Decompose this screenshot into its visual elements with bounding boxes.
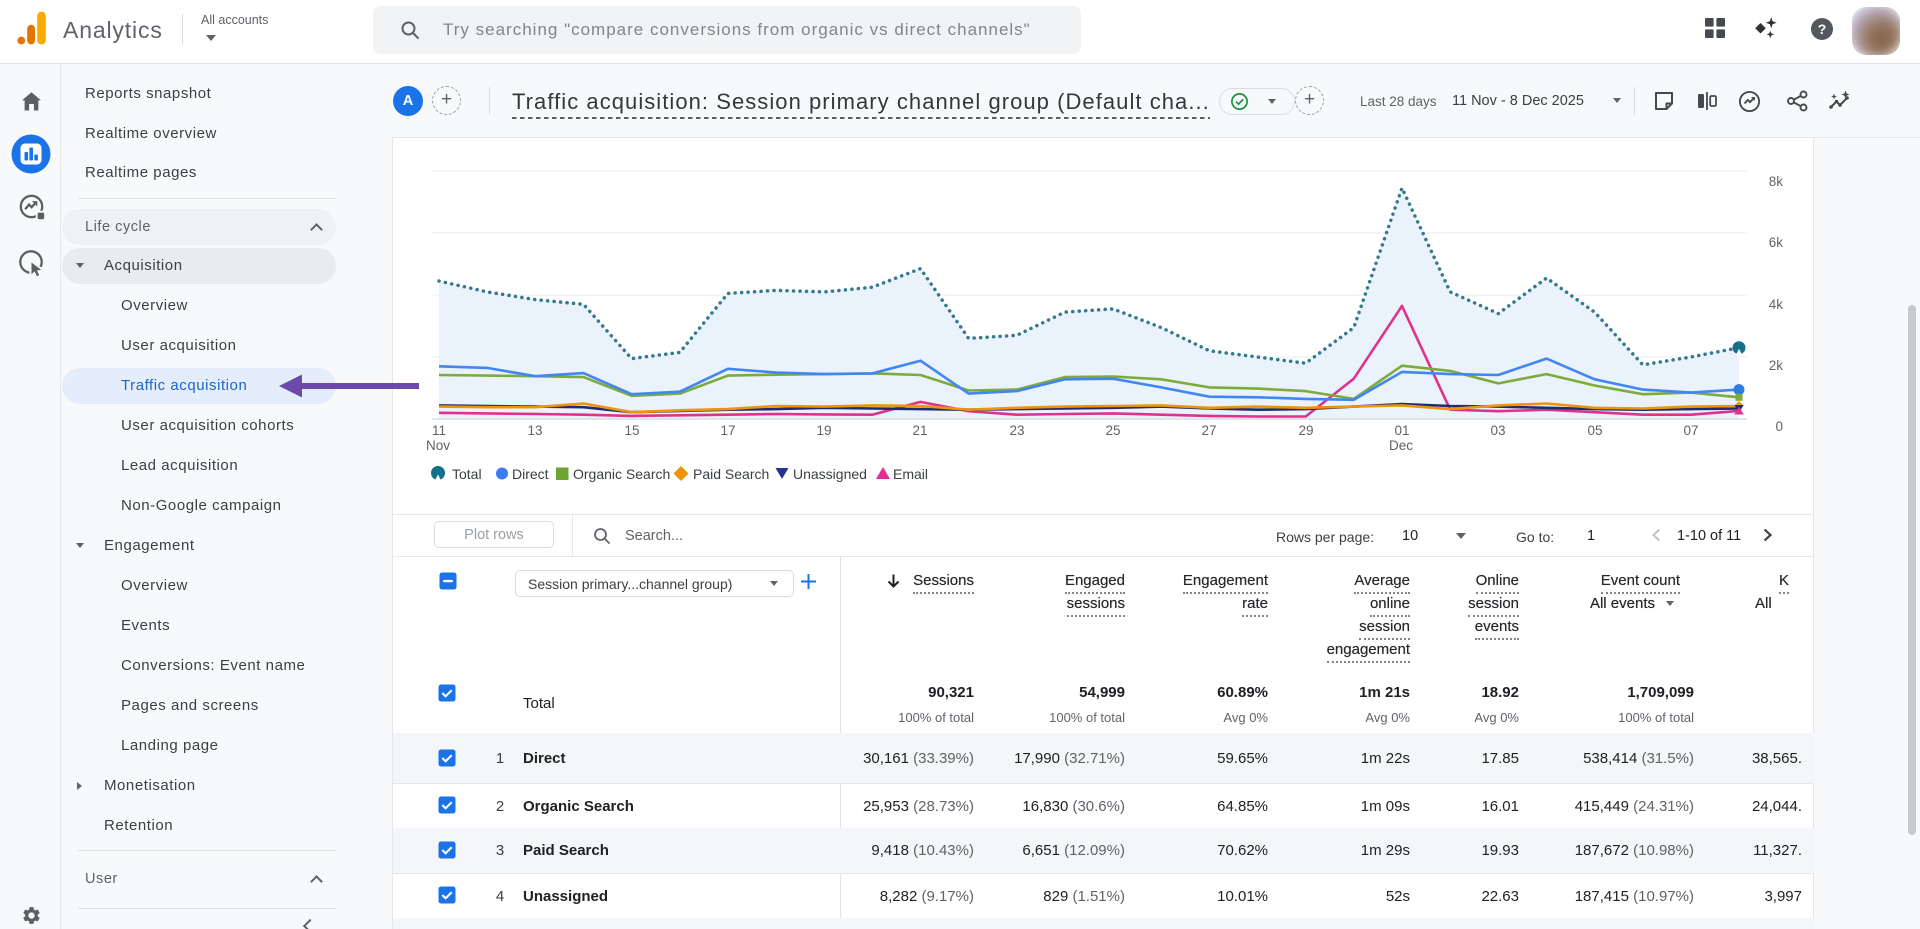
svg-text:?: ? <box>1818 21 1827 37</box>
